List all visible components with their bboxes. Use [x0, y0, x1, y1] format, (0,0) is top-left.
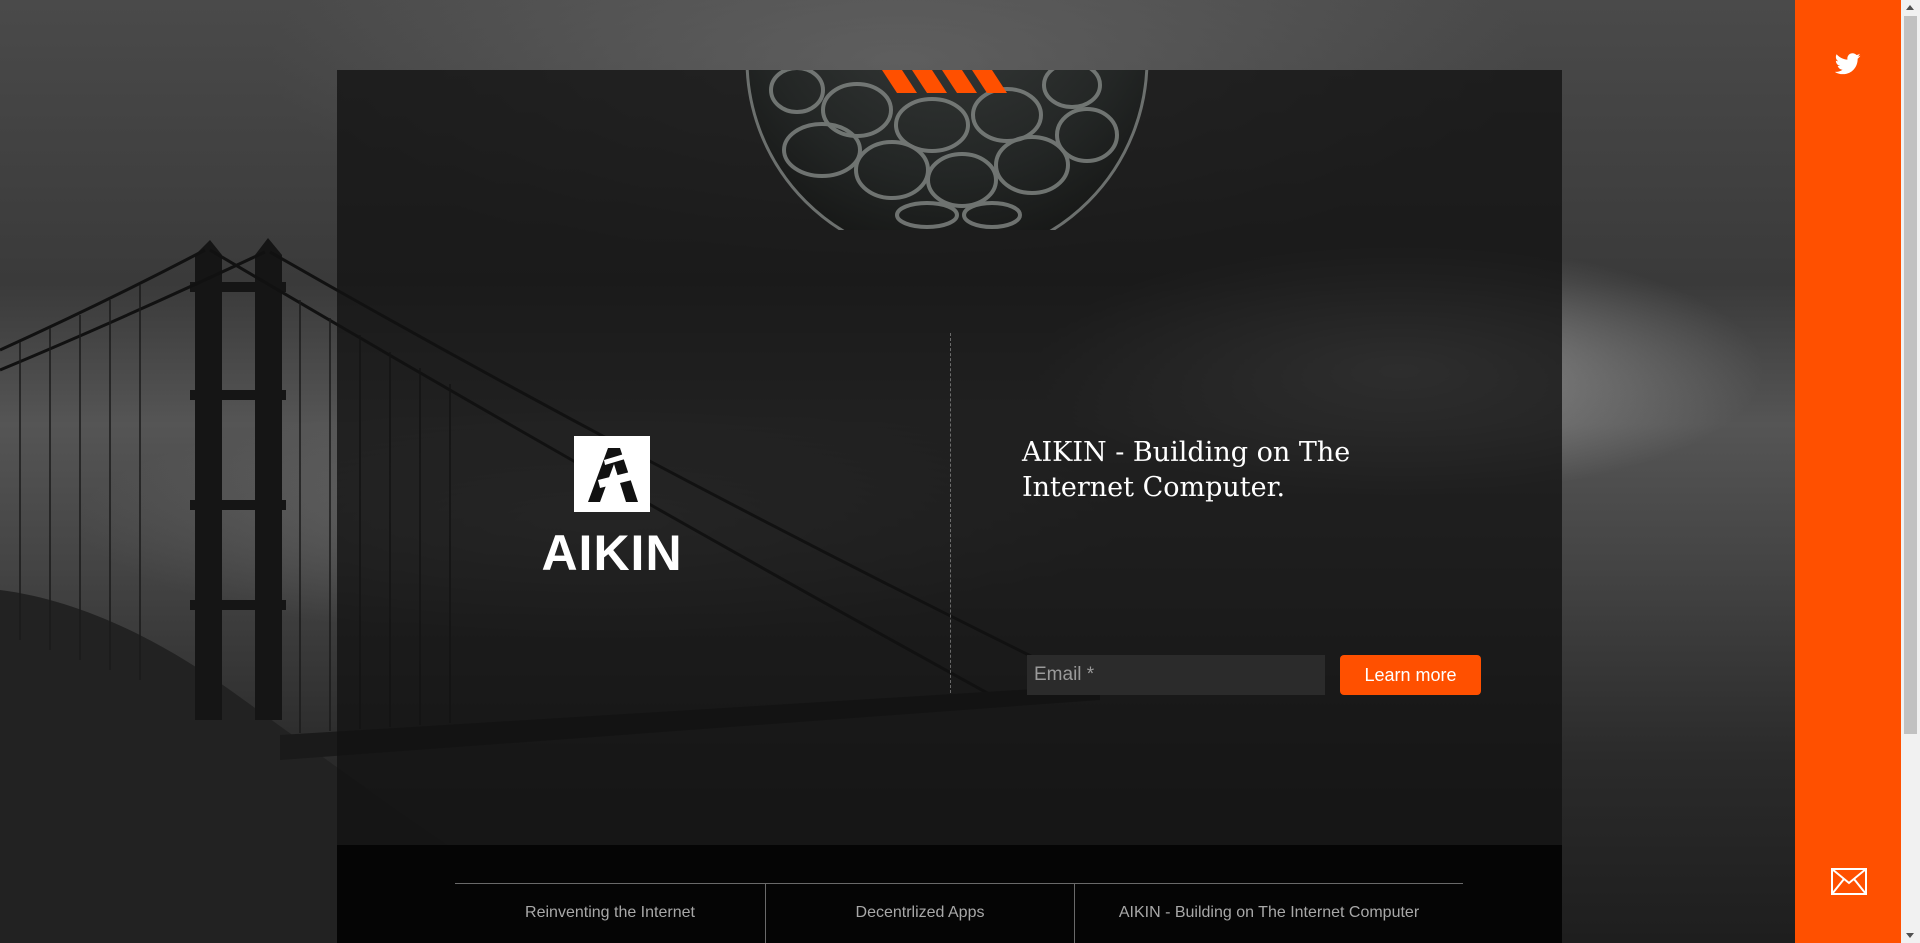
mail-icon[interactable] [1831, 868, 1867, 895]
page: AIKIN AIKIN - Building on The Internet C… [0, 0, 1920, 943]
page-scrollbar[interactable] [1901, 0, 1920, 943]
footer-link-building[interactable]: AIKIN - Building on The Internet Compute… [1075, 883, 1463, 943]
hero-headline: AIKIN - Building on The Internet Compute… [1022, 437, 1351, 503]
footer-nav: Reinventing the Internet Decentrlized Ap… [337, 845, 1562, 943]
scroll-up-arrow-icon[interactable] [1906, 5, 1914, 10]
brand-name: AIKIN [541, 525, 683, 581]
vertical-divider [950, 333, 951, 693]
sphere-graphic [745, 70, 1149, 230]
learn-more-button[interactable]: Learn more [1340, 655, 1481, 695]
hero-panel: AIKIN AIKIN - Building on The Internet C… [337, 70, 1562, 845]
social-sidebar [1795, 0, 1901, 943]
email-input[interactable] [1027, 655, 1325, 695]
aikin-logo-icon [574, 436, 650, 512]
footer-link-decentralized-apps[interactable]: Decentrlized Apps [766, 883, 1075, 943]
scroll-thumb[interactable] [1904, 16, 1917, 734]
brand-logo: AIKIN [537, 436, 687, 578]
scroll-down-arrow-icon[interactable] [1906, 933, 1914, 938]
footer-link-reinventing[interactable]: Reinventing the Internet [455, 883, 766, 943]
twitter-icon[interactable] [1835, 52, 1861, 76]
